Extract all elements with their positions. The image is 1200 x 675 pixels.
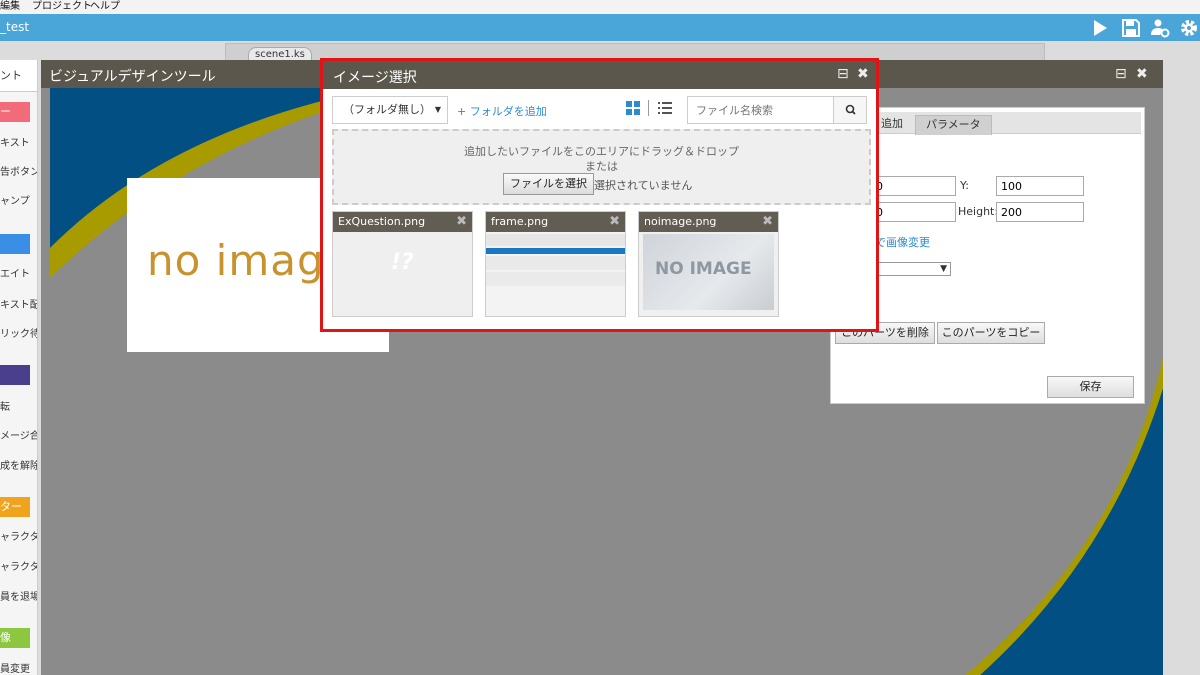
toolbox-item[interactable]: ャンプ xyxy=(0,192,37,207)
preview-text: !? xyxy=(391,250,414,275)
minimize-icon[interactable]: ⊟ xyxy=(837,66,849,82)
height-field[interactable] xyxy=(996,202,1084,222)
preview-text: NO IMAGE xyxy=(655,259,752,279)
toolbox-item[interactable]: キスト配置 xyxy=(0,296,37,311)
copy-part-button[interactable]: このパーツをコピー xyxy=(937,322,1045,344)
toolbox-item[interactable]: ャラクター xyxy=(0,558,37,573)
choose-file-button[interactable]: ファイルを選択 xyxy=(503,173,594,195)
delete-file-icon[interactable]: ✖ xyxy=(762,214,773,230)
toolbox-item[interactable]: 成を解除 xyxy=(0,457,37,472)
y-field[interactable] xyxy=(996,176,1084,196)
file-name: noimage.png xyxy=(639,212,778,232)
delete-file-icon[interactable]: ✖ xyxy=(456,214,467,230)
minimize-icon[interactable]: ⊟ xyxy=(1115,66,1127,82)
app-bar: _test xyxy=(0,14,1200,41)
dialog-header: イメージ選択 ⊟ ✖ xyxy=(323,61,876,89)
menu-project[interactable]: プロジェクト xyxy=(32,0,92,13)
grid-view-icon[interactable] xyxy=(626,101,640,115)
list-view-icon[interactable] xyxy=(658,101,672,115)
toolbox-category-3[interactable] xyxy=(0,365,30,385)
delete-file-icon[interactable]: ✖ xyxy=(609,214,620,230)
change-image-link[interactable]: で画像変更 xyxy=(875,234,930,250)
search-button[interactable] xyxy=(833,97,866,123)
component-toolbox: ント ー キスト 告ボタン ャンプ エイト キスト配置 リック待ち 転 メージ合… xyxy=(0,60,38,675)
view-separator xyxy=(648,100,649,116)
file-preview: NO IMAGE xyxy=(639,232,778,316)
toolbox-item[interactable]: 告ボタン xyxy=(0,163,37,178)
toolbox-item[interactable]: 員変更 xyxy=(0,660,37,675)
dialog-title: イメージ選択 xyxy=(333,70,417,86)
toolbox-category-2[interactable] xyxy=(0,234,30,254)
toolbox-tab[interactable]: ント xyxy=(0,60,37,92)
file-thumbnail[interactable]: noimage.png ✖ NO IMAGE xyxy=(638,211,779,317)
image-select-dialog: イメージ選択 ⊟ ✖ （フォルダ無し） ▼ + フォルダを追加 追加したいファイ… xyxy=(320,58,879,332)
file-search xyxy=(687,96,867,124)
toolbox-item[interactable]: キスト xyxy=(0,134,37,149)
file-drop-zone[interactable]: 追加したいファイルをこのエリアにドラッグ＆ドロップ または ファイルを選択 選択… xyxy=(332,129,871,205)
users-gear-icon[interactable] xyxy=(1150,18,1170,38)
no-file-selected-text: 選択されていません xyxy=(594,179,693,192)
drop-or-text: または xyxy=(585,160,618,173)
height-label: Height: xyxy=(958,205,999,218)
x-field[interactable] xyxy=(871,176,956,196)
file-name: frame.png xyxy=(486,212,625,232)
menu-help[interactable]: ヘルプ xyxy=(90,0,120,13)
drop-instructions: 追加したいファイルをこのエリアにドラッグ＆ドロップ xyxy=(464,145,739,158)
toolbox-category-1[interactable]: ー xyxy=(0,102,30,122)
toolbox-item[interactable]: メージ合成 xyxy=(0,427,37,442)
y-label: Y: xyxy=(960,179,969,192)
toolbox-item[interactable]: ャラクター xyxy=(0,528,37,543)
menu-bar: 編集 プロジェクト ヘルプ xyxy=(0,0,1200,14)
search-icon xyxy=(845,104,856,115)
file-preview: !? xyxy=(333,232,472,316)
toolbox-category-5[interactable]: 像 xyxy=(0,628,30,648)
close-icon[interactable]: ✖ xyxy=(1136,66,1148,82)
file-thumbnail[interactable]: frame.png ✖ xyxy=(485,211,626,317)
save-icon[interactable] xyxy=(1121,18,1141,38)
file-name: ExQuestion.png xyxy=(333,212,472,232)
visual-design-title: ビジュアルデザインツール xyxy=(49,69,216,85)
toolbox-item[interactable]: リック待ち xyxy=(0,325,37,340)
file-search-input[interactable] xyxy=(688,97,834,123)
toolbox-item[interactable]: エイト xyxy=(0,265,37,280)
file-preview xyxy=(486,232,625,316)
file-thumbnail[interactable]: ExQuestion.png ✖ !? xyxy=(332,211,473,317)
layer-select[interactable]: ▼ xyxy=(871,262,951,276)
toolbox-item[interactable]: 転 xyxy=(0,398,37,413)
tab-parameters[interactable]: パラメータ xyxy=(915,115,992,135)
width-field[interactable] xyxy=(871,202,956,222)
gear-icon[interactable] xyxy=(1179,18,1199,38)
caret-down-icon: ▼ xyxy=(434,105,441,114)
project-title: _test xyxy=(0,20,30,34)
folder-select-value: （フォルダ無し） xyxy=(343,103,431,116)
toolbox-item[interactable]: 員を退場 xyxy=(0,588,37,603)
folder-select[interactable]: （フォルダ無し） ▼ xyxy=(332,96,448,124)
save-button[interactable]: 保存 xyxy=(1047,376,1134,398)
close-icon[interactable]: ✖ xyxy=(857,66,869,82)
toolbox-category-4[interactable]: ター xyxy=(0,497,30,517)
play-icon[interactable] xyxy=(1090,18,1110,38)
menu-edit[interactable]: 編集 xyxy=(0,0,20,13)
add-folder-link[interactable]: + フォルダを追加 xyxy=(457,103,547,119)
